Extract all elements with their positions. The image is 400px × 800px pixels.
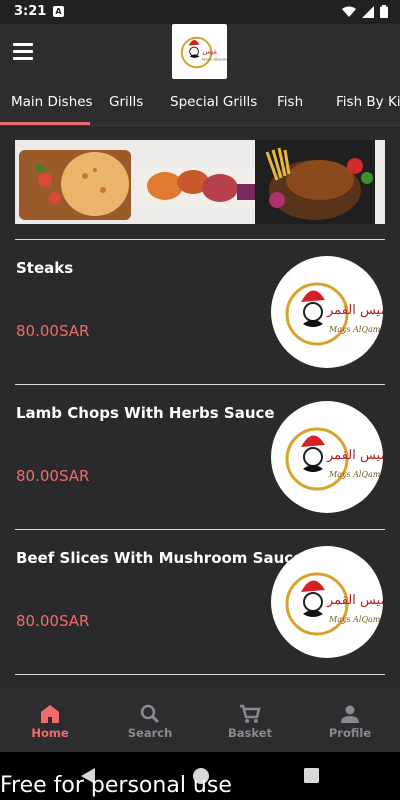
tab-main-dishes[interactable]: Main Dishes [11, 94, 93, 110]
watermark-text: Free for personal use [0, 773, 232, 798]
svg-text:Mays AlQamar: Mays AlQamar [328, 325, 383, 334]
restaurant-logo: مَيس Mays AlQamar [172, 24, 232, 79]
recents-icon[interactable] [304, 768, 319, 783]
notification-icon: A [53, 6, 64, 17]
category-tabs: Main Dishes Grills Special Grills Fish F… [0, 82, 400, 126]
nav-search[interactable]: Search [100, 688, 200, 752]
tabs-divider [0, 125, 400, 126]
tab-fish[interactable]: Fish [277, 94, 303, 110]
battery-icon [380, 5, 388, 18]
dish-name: Lamb Chops With Herbs Sauce [16, 404, 275, 422]
status-icons [342, 5, 388, 18]
dish-price: 80.00SAR [16, 612, 90, 630]
status-bar: 3:21 A [0, 0, 400, 24]
svg-text:Mays AlQamar: Mays AlQamar [328, 615, 383, 624]
cart-icon [240, 704, 261, 723]
app-header: مَيس Mays AlQamar [0, 24, 400, 82]
tab-special-grills[interactable]: Special Grills [170, 94, 257, 110]
dish-image: ميس القمر Mays AlQamar [271, 401, 383, 513]
tab-fish-by-kilo[interactable]: Fish By Kilo [336, 94, 400, 110]
status-time: 3:21 [14, 4, 47, 19]
dish-price: 80.00SAR [16, 322, 90, 340]
svg-text:مَيس: مَيس [202, 47, 217, 55]
nav-label: Search [127, 726, 173, 740]
dish-image: ميس القمر Mays AlQamar [271, 256, 383, 368]
nav-basket[interactable]: Basket [200, 688, 300, 752]
dish-name: Steaks [16, 259, 74, 277]
divider [15, 674, 385, 675]
nav-home[interactable]: Home [0, 688, 100, 752]
promo-banner[interactable] [15, 140, 385, 224]
dish-name: Beef Slices With Mushroom Sauce [16, 549, 304, 567]
person-icon [341, 705, 359, 723]
svg-text:ميس القمر: ميس القمر [326, 448, 383, 463]
divider [15, 529, 385, 530]
hamburger-icon[interactable] [13, 43, 33, 60]
search-icon [140, 704, 160, 724]
wifi-icon [342, 6, 356, 17]
nav-label: Home [31, 726, 69, 740]
signal-icon [362, 5, 374, 18]
svg-text:Mays AlQamar: Mays AlQamar [200, 56, 227, 61]
svg-text:Mays AlQamar: Mays AlQamar [328, 470, 383, 479]
nav-label: Profile [328, 726, 372, 740]
home-icon [41, 705, 59, 723]
bottom-nav: Home Search Basket Profile [0, 688, 400, 752]
svg-text:ميس القمر: ميس القمر [326, 593, 383, 608]
divider [15, 239, 385, 240]
nav-label: Basket [227, 726, 272, 740]
nav-profile[interactable]: Profile [300, 688, 400, 752]
divider [15, 384, 385, 385]
dish-price: 80.00SAR [16, 467, 90, 485]
dish-image: ميس القمر Mays AlQamar [271, 546, 383, 658]
svg-text:ميس القمر: ميس القمر [326, 303, 383, 318]
tab-grills[interactable]: Grills [109, 94, 143, 110]
